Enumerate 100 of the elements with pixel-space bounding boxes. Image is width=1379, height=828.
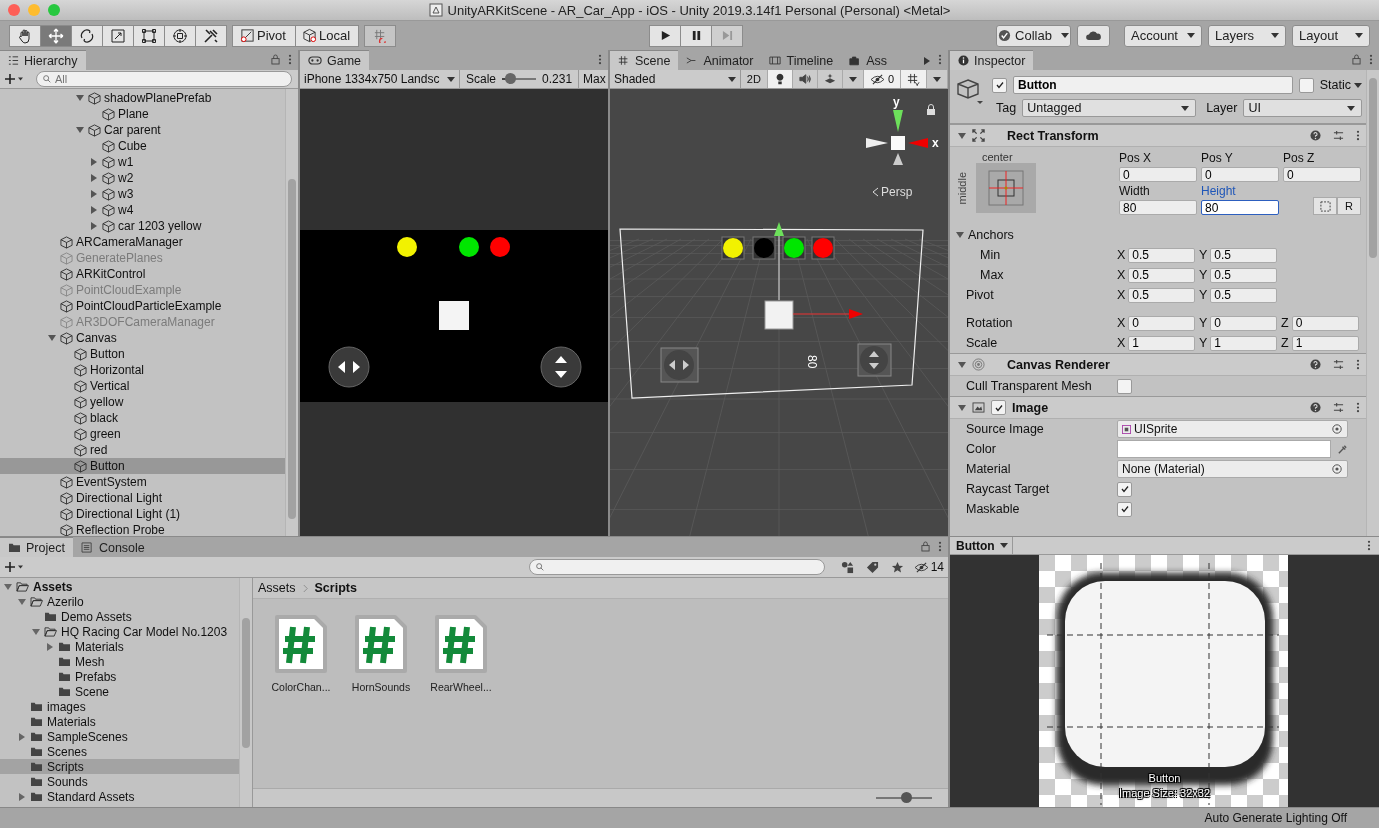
help-icon[interactable]	[1310, 402, 1321, 413]
active-checkbox[interactable]	[992, 77, 1007, 93]
chevron-left-icon[interactable]	[872, 187, 879, 197]
scale-slider[interactable]	[502, 73, 537, 85]
maskable-checkbox[interactable]	[1117, 501, 1132, 517]
more-menu-icon[interactable]	[938, 541, 942, 552]
folder-item[interactable]: Azerilo	[0, 594, 239, 609]
hierarchy-item[interactable]: red	[0, 442, 285, 458]
hidden-packages-toggle[interactable]: 14	[909, 560, 948, 574]
more-menu-icon[interactable]	[598, 54, 602, 65]
number-field[interactable]: 80	[1201, 200, 1279, 215]
hierarchy-item[interactable]: w3	[0, 186, 285, 202]
expand-arrow-icon[interactable]	[32, 627, 40, 636]
folder-item[interactable]: HQ Racing Car Model No.1203	[0, 624, 239, 639]
scene-view-tab[interactable]: Timeline	[761, 51, 842, 70]
cull-checkbox[interactable]	[1117, 378, 1132, 394]
file-name[interactable]: ColorChan...	[271, 681, 331, 693]
folder-item[interactable]: images	[0, 699, 239, 714]
expand-arrow-icon[interactable]	[18, 732, 26, 741]
hierarchy-item[interactable]: green	[0, 426, 285, 442]
raycast-checkbox[interactable]	[1117, 481, 1132, 497]
collab-dropdown[interactable]: Collab	[996, 24, 1071, 47]
expand-arrow-icon[interactable]	[958, 131, 966, 140]
hierarchy-item[interactable]: yellow	[0, 394, 285, 410]
lock-icon[interactable]	[271, 54, 280, 65]
lock-icon[interactable]	[921, 541, 930, 552]
rect-tool-button[interactable]	[133, 24, 165, 47]
number-field[interactable]: 0.5	[1210, 247, 1277, 263]
expand-arrow-icon[interactable]	[18, 792, 26, 801]
expand-arrow-icon[interactable]	[90, 174, 98, 182]
more-menu-icon[interactable]	[1367, 540, 1371, 551]
expand-arrow-icon[interactable]	[48, 334, 56, 342]
scrollbar[interactable]	[239, 578, 252, 807]
hierarchy-tab[interactable]: Hierarchy	[0, 50, 86, 70]
cube-icon[interactable]	[956, 78, 984, 106]
presets-icon[interactable]	[1333, 359, 1344, 370]
number-field[interactable]: 0.5	[1128, 267, 1195, 283]
pause-button[interactable]	[680, 24, 712, 47]
layers-dropdown[interactable]: Layers	[1208, 24, 1286, 47]
folder-item[interactable]: Scripts	[0, 759, 239, 774]
move-tool-button[interactable]	[40, 24, 72, 47]
hierarchy-item[interactable]: black	[0, 410, 285, 426]
search-field[interactable]: All	[36, 71, 292, 87]
number-field[interactable]: 80	[1119, 200, 1197, 215]
expand-arrow-icon[interactable]	[76, 94, 84, 102]
folder-item[interactable]: Materials	[0, 714, 239, 729]
static-checkbox[interactable]	[1298, 77, 1314, 93]
expand-arrow-icon[interactable]	[90, 190, 98, 198]
panel-tab[interactable]: Console	[72, 538, 153, 557]
number-field[interactable]: 0.5	[1210, 267, 1277, 283]
expand-arrow-icon[interactable]	[18, 597, 26, 606]
lighting-toggle-button[interactable]	[767, 70, 793, 88]
number-field[interactable]: 1	[1291, 335, 1359, 351]
help-icon[interactable]	[1310, 359, 1321, 370]
local-toggle-button[interactable]: Local	[295, 24, 359, 47]
file-name[interactable]: RearWheel...	[430, 681, 492, 693]
hierarchy-item[interactable]: EventSystem	[0, 474, 285, 490]
file-name[interactable]: HornSounds	[351, 681, 411, 693]
blueprint-mode-button[interactable]	[1313, 197, 1337, 215]
object-field[interactable]: None (Material)	[1117, 460, 1348, 478]
more-menu-icon[interactable]	[1356, 359, 1360, 370]
game-tab[interactable]: Game	[300, 50, 370, 70]
hierarchy-item[interactable]: Button	[0, 346, 285, 362]
hierarchy-item[interactable]: Canvas	[0, 330, 285, 346]
expand-arrow-icon[interactable]	[46, 642, 54, 651]
hierarchy-item[interactable]: Vertical	[0, 378, 285, 394]
number-field[interactable]: 0	[1283, 167, 1361, 182]
more-menu-icon[interactable]	[1369, 54, 1373, 65]
hierarchy-item[interactable]: Horizontal	[0, 362, 285, 378]
expand-arrow-icon[interactable]	[90, 222, 98, 230]
transform-tool-button[interactable]	[164, 24, 196, 47]
lock-icon[interactable]	[1352, 54, 1361, 65]
projection-label[interactable]: Persp	[881, 185, 913, 199]
filter-by-type-icon[interactable]	[840, 560, 854, 574]
number-field[interactable]: 0	[1119, 167, 1197, 182]
presets-icon[interactable]	[1333, 402, 1344, 413]
number-field[interactable]: 0	[1128, 315, 1195, 331]
number-field[interactable]: 0.5	[1128, 287, 1195, 303]
expand-arrow-icon[interactable]	[958, 360, 966, 369]
folder-item[interactable]: Assets	[0, 579, 239, 594]
inspector-tab[interactable]: Inspector	[950, 50, 1034, 70]
hierarchy-item[interactable]: car 1203 yellow	[0, 218, 285, 234]
hierarchy-item[interactable]: Directional Light	[0, 490, 285, 506]
breadcrumb-link[interactable]: Assets	[258, 581, 296, 595]
hierarchy-item[interactable]: w2	[0, 170, 285, 186]
tag-dropdown[interactable]: Untagged	[1022, 99, 1197, 117]
scene-view-tab[interactable]: Scene	[610, 50, 679, 70]
expand-arrow-icon[interactable]	[4, 582, 12, 591]
cloud-button[interactable]	[1077, 24, 1110, 47]
help-icon[interactable]	[1310, 130, 1321, 141]
target-icon[interactable]	[1332, 464, 1342, 474]
hierarchy-item[interactable]: Button	[0, 458, 285, 474]
component-header[interactable]: Rect Transform	[950, 124, 1366, 147]
hierarchy-item[interactable]: Cube	[0, 138, 285, 154]
more-menu-icon[interactable]	[1356, 130, 1360, 141]
component-header[interactable]: Image	[950, 396, 1366, 419]
expand-arrow-icon[interactable]	[90, 158, 98, 166]
account-dropdown[interactable]: Account	[1124, 24, 1202, 47]
raw-edit-mode-button[interactable]: R	[1337, 197, 1361, 215]
expand-arrow-icon[interactable]	[90, 206, 98, 214]
